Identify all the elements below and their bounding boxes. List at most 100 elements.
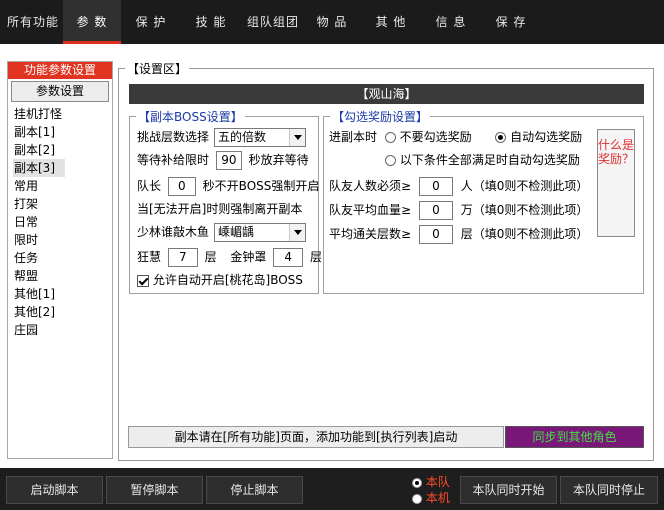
shaolin-select-value: 嵊嵋龋 bbox=[218, 225, 255, 239]
allow-checkbox[interactable] bbox=[137, 274, 149, 287]
bottom-control-bar: 启动脚本 暂停脚本 停止脚本 本队 本机 本队同时开始 本队同时停止 bbox=[0, 468, 664, 510]
option-team-row: 本队 bbox=[412, 475, 450, 489]
hp-input[interactable]: 0 bbox=[418, 201, 453, 220]
settings-legend: 【设置区】 bbox=[125, 62, 190, 76]
pass-input[interactable]: 0 bbox=[418, 225, 453, 244]
captain-suffix: 秒不开BOSS强制开启 bbox=[202, 179, 320, 193]
kuanghui-input[interactable]: 7 bbox=[167, 248, 198, 267]
nav-header: 功能参数设置 bbox=[8, 62, 112, 79]
stop-script-button[interactable]: 停止脚本 bbox=[206, 476, 303, 504]
nav-item-common[interactable]: 常用 bbox=[13, 177, 107, 195]
radio-team[interactable] bbox=[412, 477, 422, 488]
jinzhong-label: 金钟罩 bbox=[230, 250, 267, 264]
add-to-list-tip: 副本请在[所有功能]页面，添加功能到[执行列表]启动 bbox=[128, 426, 504, 448]
tab-skills[interactable]: 技 能 bbox=[182, 0, 240, 44]
tab-team[interactable]: 组队组团 bbox=[243, 0, 303, 44]
allow-label: 允许自动开启[桃花岛]BOSS bbox=[152, 273, 303, 287]
radio-no-reward[interactable] bbox=[384, 132, 396, 143]
radio-conditional-reward[interactable] bbox=[385, 155, 396, 166]
radio-auto-reward[interactable] bbox=[495, 132, 507, 143]
boss-settings-group: 【副本BOSS设置】 挑战层数选择 五的倍数 等待补给限时 90 秒放弃等待 队… bbox=[129, 110, 322, 294]
nav-item-dungeon-3[interactable]: 副本[3] bbox=[13, 159, 65, 177]
shaolin-label: 少林谁敲木鱼 bbox=[137, 225, 210, 239]
pause-script-button[interactable]: 暂停脚本 bbox=[106, 476, 203, 504]
cond-row: 以下条件全部满足时自动勾选奖励 bbox=[385, 150, 580, 170]
team-start-button[interactable]: 本队同时开始 bbox=[460, 476, 557, 504]
hp-unit: 万（填0则不检测此项） bbox=[460, 203, 589, 217]
pass-row: 平均通关层数≥ 0 层（填0则不检测此项） bbox=[329, 224, 588, 244]
enter-label: 进副本时 bbox=[329, 130, 378, 144]
nav-item-guild[interactable]: 帮盟 bbox=[13, 267, 107, 285]
captain-input[interactable]: 0 bbox=[167, 177, 196, 196]
left-nav-panel: 功能参数设置 参数设置 挂机打怪 副本[1] 副本[2] 副本[3] 常用 打架… bbox=[7, 61, 113, 459]
hp-row: 队友平均血量≥ 0 万（填0则不检测此项） bbox=[329, 200, 588, 220]
top-tab-bar: 所有功能 参 数 保 护 技 能 组队组团 物 品 其 他 信 息 保 存 bbox=[0, 0, 664, 44]
tab-params[interactable]: 参 数 bbox=[63, 0, 121, 44]
wait-label: 等待补给限时 bbox=[137, 153, 210, 167]
radio-auto-reward-label: 自动勾选奖励 bbox=[510, 130, 583, 144]
jinzhong-input[interactable]: 4 bbox=[273, 248, 304, 267]
radio-no-reward-label: 不要勾选奖励 bbox=[399, 130, 472, 144]
captain-prefix: 队长 bbox=[137, 179, 162, 193]
tab-protect[interactable]: 保 护 bbox=[122, 0, 180, 44]
section-banner: 【观山海】 bbox=[129, 84, 644, 104]
radio-conditional-reward-label: 以下条件全部满足时自动勾选奖励 bbox=[399, 153, 580, 167]
team-stop-button[interactable]: 本队同时停止 bbox=[560, 476, 658, 504]
challenge-row: 挑战层数选择 bbox=[137, 127, 209, 147]
enter-row: 进副本时 不要勾选奖励 自动勾选奖励 bbox=[329, 127, 582, 147]
tab-items[interactable]: 物 品 bbox=[303, 0, 361, 44]
reward-settings-legend: 【勾选奖励设置】 bbox=[330, 110, 431, 124]
wait-row: 等待补给限时 90 秒放弃等待 bbox=[137, 150, 309, 170]
nav-item-manor[interactable]: 庄园 bbox=[13, 321, 107, 339]
nav-item-dungeon-1[interactable]: 副本[1] bbox=[13, 123, 107, 141]
shaolin-row: 少林谁敲木鱼 bbox=[137, 222, 209, 242]
members-input[interactable]: 0 bbox=[418, 177, 453, 196]
captain-row: 队长 0 秒不开BOSS强制开启 bbox=[137, 176, 319, 196]
allow-row: 允许自动开启[桃花岛]BOSS bbox=[137, 270, 303, 290]
nav-item-dungeon-2[interactable]: 副本[2] bbox=[13, 141, 107, 159]
pass-label: 平均通关层数≥ bbox=[329, 227, 412, 241]
members-label: 队友人数必须≥ bbox=[329, 179, 412, 193]
reward-settings-group: 【勾选奖励设置】 进副本时 不要勾选奖励 自动勾选奖励 以下条件全部满足时自动勾… bbox=[323, 110, 644, 294]
radio-self-label: 本机 bbox=[425, 491, 450, 505]
nav-item-quest[interactable]: 任务 bbox=[13, 249, 107, 267]
members-unit: 人（填0则不检测此项） bbox=[460, 179, 589, 193]
tab-all-functions[interactable]: 所有功能 bbox=[4, 0, 62, 44]
what-is-reward-label: 什么是奖励？ bbox=[598, 138, 635, 166]
members-row: 队友人数必须≥ 0 人（填0则不检测此项） bbox=[329, 176, 588, 196]
jinzhong-unit: 层 bbox=[310, 250, 323, 264]
radio-team-label: 本队 bbox=[425, 475, 450, 489]
tab-info[interactable]: 信 息 bbox=[422, 0, 480, 44]
nav-list: 挂机打怪 副本[1] 副本[2] 副本[3] 常用 打架 日常 限时 任务 帮盟… bbox=[13, 105, 107, 339]
hp-label: 队友平均血量≥ bbox=[329, 203, 412, 217]
start-script-button[interactable]: 启动脚本 bbox=[6, 476, 103, 504]
boss-settings-legend: 【副本BOSS设置】 bbox=[136, 110, 245, 124]
tab-other[interactable]: 其 他 bbox=[362, 0, 420, 44]
floors-row: 狂慧 7 层 金钟罩 4 层 bbox=[137, 247, 322, 267]
option-self-row: 本机 bbox=[412, 491, 450, 505]
nav-item-fight[interactable]: 打架 bbox=[13, 195, 107, 213]
nav-item-daily[interactable]: 日常 bbox=[13, 213, 107, 231]
pass-unit: 层（填0则不检测此项） bbox=[460, 227, 589, 241]
wait-input[interactable]: 90 bbox=[215, 151, 242, 170]
shaolin-select[interactable]: 嵊嵋龋 bbox=[214, 223, 306, 242]
sync-to-other-roles-button[interactable]: 同步到其他角色 bbox=[505, 426, 644, 448]
tab-save[interactable]: 保 存 bbox=[482, 0, 540, 44]
challenge-select[interactable]: 五的倍数 bbox=[214, 128, 306, 147]
nav-item-grind[interactable]: 挂机打怪 bbox=[13, 105, 107, 123]
chevron-down-icon[interactable] bbox=[289, 224, 305, 241]
force-leave-text: 当[无法开启]时则强制离开副本 bbox=[137, 202, 303, 216]
nav-item-limited[interactable]: 限时 bbox=[13, 231, 107, 249]
challenge-select-value: 五的倍数 bbox=[218, 130, 267, 144]
kuanghui-unit: 层 bbox=[204, 250, 217, 264]
param-settings-button[interactable]: 参数设置 bbox=[11, 81, 109, 102]
settings-area: 【设置区】 【观山海】 【副本BOSS设置】 挑战层数选择 五的倍数 等待补给限… bbox=[118, 62, 654, 461]
kuanghui-label: 狂慧 bbox=[137, 250, 162, 264]
wait-suffix: 秒放弃等待 bbox=[248, 153, 309, 167]
nav-item-other-2[interactable]: 其他[2] bbox=[13, 303, 107, 321]
challenge-label: 挑战层数选择 bbox=[137, 130, 210, 144]
chevron-down-icon[interactable] bbox=[289, 129, 305, 146]
radio-self[interactable] bbox=[412, 493, 422, 504]
what-is-reward-button[interactable]: 什么是奖励？ bbox=[597, 129, 635, 237]
nav-item-other-1[interactable]: 其他[1] bbox=[13, 285, 107, 303]
